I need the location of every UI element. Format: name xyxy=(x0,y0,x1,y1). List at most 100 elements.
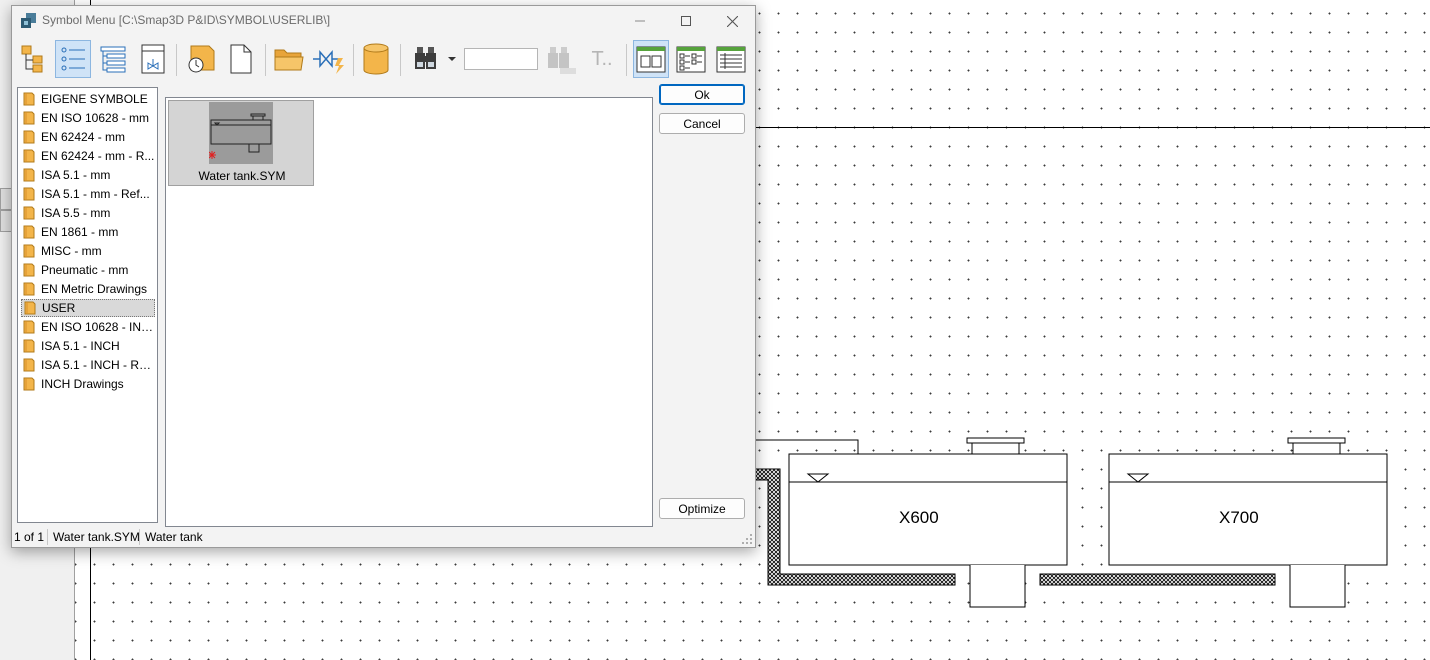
tank-label[interactable]: X600 xyxy=(899,508,939,528)
list-view-icon xyxy=(61,47,85,71)
folder-tree-view-button[interactable] xyxy=(16,40,52,78)
folder-icon xyxy=(23,111,35,125)
tree-item-label: EN 1861 - mm xyxy=(41,225,119,239)
small-icons-view-button[interactable] xyxy=(673,40,709,78)
tree-item[interactable]: ISA 5.5 - mm xyxy=(21,204,155,222)
valve-insert-button[interactable] xyxy=(311,40,347,78)
symbol-menu-dialog: Symbol Menu [C:\Smap3D P&ID\SYMBOL\USERL… xyxy=(11,5,756,548)
folder-icon xyxy=(23,263,35,277)
resize-grip-icon[interactable] xyxy=(742,534,753,545)
tree-item-label: ISA 5.1 - mm xyxy=(41,168,111,182)
toolbar: T.. xyxy=(12,36,755,86)
symbol-file-icon xyxy=(141,44,165,74)
window-title: Symbol Menu [C:\Smap3D P&ID\SYMBOL\USERL… xyxy=(42,13,331,27)
list-view-button[interactable] xyxy=(55,40,91,78)
new-file-icon xyxy=(230,44,252,74)
tree-item-label: Pneumatic - mm xyxy=(41,263,129,277)
folder-icon xyxy=(23,320,35,334)
folder-icon xyxy=(23,149,35,163)
tree-item-label: EN Metric Drawings xyxy=(41,282,148,296)
status-separator xyxy=(47,529,48,545)
symbol-thumbnail[interactable]: Water tank.SYM xyxy=(168,100,314,186)
small-icons-view-icon xyxy=(676,46,706,73)
large-icons-view-icon xyxy=(636,46,666,73)
tree-item[interactable]: USER xyxy=(21,299,155,317)
tree-item-label: INCH Drawings xyxy=(41,377,124,391)
folder-icon xyxy=(23,377,35,391)
open-folder-icon xyxy=(274,49,304,71)
close-icon xyxy=(726,15,738,27)
symbol-file-button[interactable] xyxy=(135,40,171,78)
database-icon xyxy=(363,43,389,75)
status-description: Water tank xyxy=(145,530,203,544)
toolbar-separator xyxy=(626,44,627,76)
optimize-button[interactable]: Optimize xyxy=(659,498,745,519)
tree-item[interactable]: ISA 5.1 - mm xyxy=(21,166,155,184)
folder-icon xyxy=(23,225,35,239)
maximize-icon xyxy=(681,16,691,26)
tree-list-view-icon xyxy=(100,46,126,73)
text-search-button[interactable]: T.. xyxy=(584,40,620,78)
folder-icon xyxy=(23,206,35,220)
search-results-button[interactable] xyxy=(544,40,580,78)
new-file-button[interactable] xyxy=(223,40,259,78)
tree-item[interactable]: ISA 5.1 - INCH - Ref... xyxy=(21,356,155,374)
tree-item[interactable]: INCH Drawings xyxy=(21,375,155,393)
tree-item-label: EN ISO 10628 - INCH xyxy=(41,320,155,334)
library-tree[interactable]: EIGENE SYMBOLE EN ISO 10628 - mm EN 62424 … xyxy=(17,87,158,523)
recent-folder-icon xyxy=(188,45,215,73)
close-button[interactable] xyxy=(709,6,755,36)
toolbar-separator xyxy=(400,44,401,76)
tree-item[interactable]: EN 62424 - mm xyxy=(21,128,155,146)
toolbar-separator xyxy=(353,44,354,76)
water-tank-symbol-icon xyxy=(208,113,272,159)
text-search-label: T.. xyxy=(591,47,613,70)
cancel-button[interactable]: Cancel xyxy=(659,113,745,134)
tree-item[interactable]: EIGENE SYMBOLE xyxy=(21,90,155,108)
tank-label[interactable]: X700 xyxy=(1219,508,1259,528)
tree-item[interactable]: ISA 5.1 - INCH xyxy=(21,337,155,355)
tree-item-label: EN ISO 10628 - mm xyxy=(41,111,150,125)
ok-button[interactable]: Ok xyxy=(659,84,745,105)
minimize-button[interactable] xyxy=(617,6,663,36)
tree-item[interactable]: EN ISO 10628 - mm xyxy=(21,109,155,127)
folder-icon xyxy=(23,244,35,258)
symbol-preview-pane[interactable]: Water tank.SYM xyxy=(165,97,653,527)
status-bar: 1 of 1 Water tank.SYM Water tank xyxy=(12,527,755,547)
tree-item-label: USER xyxy=(42,301,76,315)
tree-item-label: EN 62424 - mm xyxy=(41,130,126,144)
search-input[interactable] xyxy=(464,48,538,70)
tree-item-label: ISA 5.1 - INCH - Ref... xyxy=(41,358,155,372)
tree-item-label: EN 62424 - mm - R... xyxy=(41,149,155,163)
tree-item-label: EIGENE SYMBOLE xyxy=(41,92,148,106)
valve-insert-icon xyxy=(313,49,344,74)
recent-folder-button[interactable] xyxy=(183,40,219,78)
tree-item-label: ISA 5.1 - mm - Ref... xyxy=(41,187,150,201)
app-icon xyxy=(21,13,36,28)
tree-item[interactable]: EN ISO 10628 - INCH xyxy=(21,318,155,336)
binoculars-search-button[interactable] xyxy=(410,40,460,78)
tree-list-view-button[interactable] xyxy=(95,40,131,78)
tree-item[interactable]: MISC - mm xyxy=(21,242,155,260)
tree-item-label: ISA 5.5 - mm xyxy=(41,206,111,220)
open-folder-button[interactable] xyxy=(271,40,307,78)
toolbar-separator xyxy=(265,44,266,76)
tree-item[interactable]: EN Metric Drawings xyxy=(21,280,155,298)
tree-item[interactable]: EN 1861 - mm xyxy=(21,223,155,241)
large-icons-view-button[interactable] xyxy=(633,40,669,78)
maximize-button[interactable] xyxy=(663,6,709,36)
folder-icon xyxy=(23,282,35,296)
search-results-icon xyxy=(548,47,576,74)
tree-item[interactable]: EN 62424 - mm - R... xyxy=(21,147,155,165)
database-button[interactable] xyxy=(358,40,394,78)
minimize-icon xyxy=(635,20,645,22)
folder-icon xyxy=(24,301,36,315)
tree-item-label: ISA 5.1 - INCH xyxy=(41,339,120,353)
tree-item[interactable]: ISA 5.1 - mm - Ref... xyxy=(21,185,155,203)
symbol-label: Water tank.SYM xyxy=(198,169,286,183)
hatched-pipe xyxy=(1039,573,1276,586)
toolbar-separator xyxy=(176,44,177,76)
details-view-button[interactable] xyxy=(713,40,749,78)
title-bar[interactable]: Symbol Menu [C:\Smap3D P&ID\SYMBOL\USERL… xyxy=(12,6,755,36)
tree-item[interactable]: Pneumatic - mm xyxy=(21,261,155,279)
